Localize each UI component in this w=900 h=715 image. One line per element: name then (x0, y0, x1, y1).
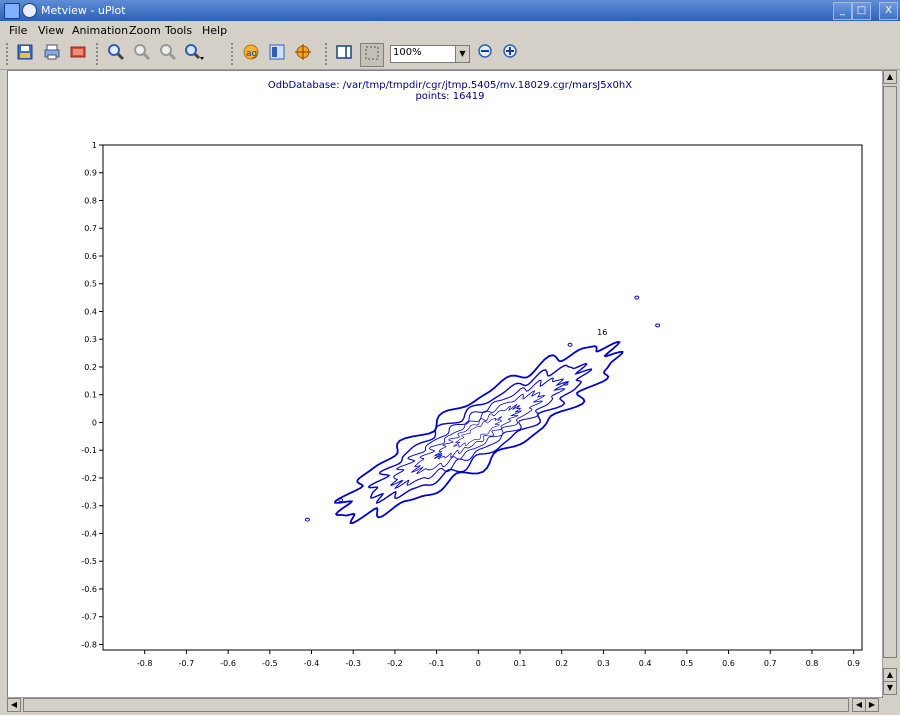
menu-tools[interactable]: Tools (165, 24, 192, 37)
title-bar: Metview - uPlot _ □ X (0, 0, 900, 21)
minimize-button[interactable]: _ (833, 2, 852, 20)
zoom-in-circle-icon[interactable] (499, 43, 521, 65)
magics-icon[interactable]: ag (239, 43, 261, 65)
print-icon[interactable] (41, 43, 63, 65)
scroll-right-icon[interactable]: ▶ (865, 698, 879, 712)
toolbar-grip[interactable] (6, 43, 12, 65)
zoom-out-circle-icon[interactable] (474, 43, 496, 65)
window-menu-icon[interactable] (22, 3, 37, 18)
layout-icon[interactable] (266, 43, 288, 65)
plot-canvas[interactable] (7, 70, 883, 698)
cursor-data-icon[interactable] (292, 43, 314, 65)
horizontal-scrollbar[interactable]: ◀ ◀ ▶ (7, 697, 882, 712)
zoom-level-value: 100% (393, 47, 422, 58)
chevron-down-icon[interactable]: ▼ (455, 46, 469, 62)
zoom-level-select[interactable]: 100% ▼ (390, 45, 470, 63)
scroll-down-icon[interactable]: ▼ (883, 681, 897, 695)
svg-text:ag: ag (246, 49, 257, 59)
window-title: Metview - uPlot (41, 4, 126, 17)
scroll-left-icon[interactable]: ◀ (852, 698, 866, 712)
vertical-scroll-thumb[interactable] (883, 86, 897, 658)
zoom-back-icon[interactable] (157, 43, 179, 65)
vertical-scrollbar[interactable]: ▲ ▲ ▼ (882, 70, 897, 696)
scroll-up-icon[interactable]: ▲ (883, 70, 897, 84)
zoom-out-icon[interactable] (131, 43, 153, 65)
close-button[interactable]: X (879, 2, 898, 20)
menu-file[interactable]: File (9, 24, 27, 37)
menu-bar: File View Animation Zoom Tools Help (0, 21, 900, 39)
plot-title: OdbDatabase: /var/tmp/tmpdir/cgr/jtmp.54… (267, 80, 633, 91)
sidebar-toggle-icon[interactable] (333, 43, 355, 65)
menu-help[interactable]: Help (202, 24, 227, 37)
menu-animation[interactable]: Animation (72, 24, 128, 37)
menu-zoom[interactable]: Zoom (129, 24, 161, 37)
scroll-up-icon[interactable]: ▲ (883, 668, 897, 682)
area-select-icon[interactable] (360, 43, 384, 67)
scroll-left-icon[interactable]: ◀ (7, 698, 21, 712)
menu-view[interactable]: View (38, 24, 64, 37)
toolbar-grip[interactable] (325, 43, 331, 65)
zoom-menu-icon[interactable] (183, 43, 205, 65)
toolbar-grip[interactable] (231, 43, 237, 65)
zoom-icon[interactable] (105, 43, 127, 65)
export-icon[interactable] (67, 43, 89, 65)
toolbar-grip[interactable] (96, 43, 102, 65)
save-icon[interactable] (14, 43, 36, 65)
horizontal-scroll-thumb[interactable] (23, 698, 849, 712)
app-icon (4, 3, 20, 19)
plot-subtitle: points: 16419 (415, 91, 485, 102)
maximize-button[interactable]: □ (852, 2, 871, 20)
